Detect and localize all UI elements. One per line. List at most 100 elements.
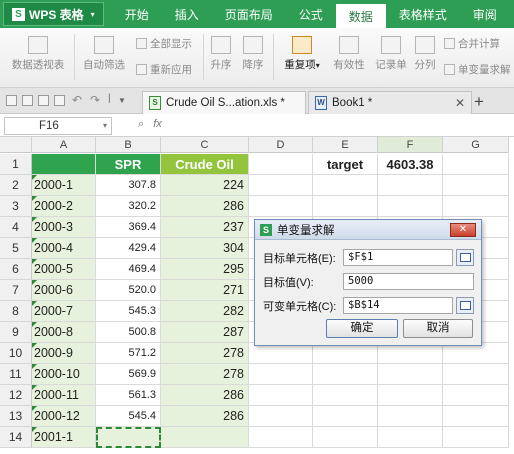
cell-c10[interactable]: 278 (161, 343, 249, 364)
cell-a1[interactable] (32, 154, 96, 175)
cell-g14[interactable] (443, 427, 509, 448)
range-picker-icon[interactable] (456, 297, 474, 314)
cell-b2[interactable]: 307.8 (96, 175, 161, 196)
row-header[interactable]: 14 (0, 427, 32, 448)
row-header[interactable]: 2 (0, 175, 32, 196)
redo-icon[interactable]: ↷ (90, 93, 100, 107)
sort-descending-button[interactable]: 降序 (240, 36, 266, 72)
cell-a6[interactable]: 2000-5 (32, 259, 96, 280)
menu-home[interactable]: 开始 (112, 0, 162, 28)
range-picker-icon[interactable] (456, 249, 474, 266)
cell-c8[interactable]: 282 (161, 301, 249, 322)
cell-f14[interactable] (378, 427, 443, 448)
cell-d14[interactable] (249, 427, 313, 448)
cell-g12[interactable] (443, 385, 509, 406)
cell-c1[interactable]: Crude Oil (161, 154, 249, 175)
row-header[interactable]: 13 (0, 406, 32, 427)
row-header[interactable]: 11 (0, 364, 32, 385)
cell-c3[interactable]: 286 (161, 196, 249, 217)
cell-d3[interactable] (249, 196, 313, 217)
cell-g2[interactable] (443, 175, 509, 196)
goal-seek-button[interactable]: 单变量求解 (444, 62, 511, 77)
cell-f2[interactable] (378, 175, 443, 196)
cell-d2[interactable] (249, 175, 313, 196)
cell-b12[interactable]: 561.3 (96, 385, 161, 406)
menu-insert[interactable]: 插入 (162, 0, 212, 28)
row-header[interactable]: 3 (0, 196, 32, 217)
cell-c9[interactable]: 287 (161, 322, 249, 343)
cell-a7[interactable]: 2000-6 (32, 280, 96, 301)
cell-b7[interactable]: 520.0 (96, 280, 161, 301)
cell-b6[interactable]: 469.4 (96, 259, 161, 280)
cell-b3[interactable]: 320.2 (96, 196, 161, 217)
cell-a2[interactable]: 2000-1 (32, 175, 96, 196)
cell-b8[interactable]: 545.3 (96, 301, 161, 322)
column-header-c[interactable]: C (161, 137, 249, 153)
cell-a8[interactable]: 2000-7 (32, 301, 96, 322)
target-cell-input[interactable]: $F$1 (343, 249, 453, 266)
cell-b4[interactable]: 369.4 (96, 217, 161, 238)
cell-c4[interactable]: 237 (161, 217, 249, 238)
column-header-e[interactable]: E (313, 137, 378, 153)
cell-g11[interactable] (443, 364, 509, 385)
cell-a10[interactable]: 2000-9 (32, 343, 96, 364)
show-all-button[interactable]: 全部显示 (136, 36, 192, 51)
cell-a5[interactable]: 2000-4 (32, 238, 96, 259)
cell-e2[interactable] (313, 175, 378, 196)
cell-a9[interactable]: 2000-8 (32, 322, 96, 343)
chevron-down-icon[interactable]: ▾ (103, 118, 107, 134)
grid-icon[interactable] (6, 95, 17, 106)
menu-data[interactable]: 数据 (335, 4, 386, 28)
cell-b13[interactable]: 545.4 (96, 406, 161, 427)
column-header-f[interactable]: F (378, 137, 443, 153)
cell-b11[interactable]: 569.9 (96, 364, 161, 385)
duplicates-button[interactable]: 重复项▾ (280, 36, 324, 72)
cell-e1[interactable]: target (313, 154, 378, 175)
cell-b10[interactable]: 571.2 (96, 343, 161, 364)
row-header[interactable]: 1 (0, 154, 32, 175)
cell-f11[interactable] (378, 364, 443, 385)
cell-d13[interactable] (249, 406, 313, 427)
cell-f13[interactable] (378, 406, 443, 427)
column-header-d[interactable]: D (249, 137, 313, 153)
cell-c2[interactable]: 224 (161, 175, 249, 196)
fx-icon[interactable]: fx (153, 118, 162, 130)
menu-formulas[interactable]: 公式 (286, 0, 336, 28)
cell-e12[interactable] (313, 385, 378, 406)
merge-calc-button[interactable]: 合并计算 (444, 36, 500, 51)
cell-c14[interactable] (161, 427, 249, 448)
app-menu-button[interactable]: S WPS 表格 ▾ (3, 2, 104, 26)
menu-review[interactable]: 审阅 (460, 0, 510, 28)
ok-button[interactable]: 确定 (326, 319, 398, 338)
cell-f10[interactable] (378, 343, 443, 364)
sort-ascending-button[interactable]: 升序 (208, 36, 234, 72)
zoom-icon[interactable]: ⌕ (138, 118, 144, 130)
undo-icon[interactable]: ↶ (72, 93, 82, 107)
column-header-b[interactable]: B (96, 137, 161, 153)
close-dialog-button[interactable]: ✕ (450, 223, 476, 237)
chevron-down-icon[interactable]: ▼ (118, 96, 126, 105)
cell-g13[interactable] (443, 406, 509, 427)
autofilter-button[interactable]: 自动筛选 (80, 36, 128, 72)
row-header[interactable]: 9 (0, 322, 32, 343)
cell-a3[interactable]: 2000-2 (32, 196, 96, 217)
pivot-table-button[interactable]: 数据透视表 (8, 36, 68, 72)
cell-c12[interactable]: 286 (161, 385, 249, 406)
new-tab-icon[interactable]: + (474, 92, 484, 112)
cell-e11[interactable] (313, 364, 378, 385)
tab-book1[interactable]: W Book1 * ✕ (308, 91, 472, 114)
target-value-input[interactable]: 5000 (343, 273, 474, 290)
cell-c11[interactable]: 278 (161, 364, 249, 385)
cell-f3[interactable] (378, 196, 443, 217)
cell-g1[interactable] (443, 154, 509, 175)
customize-toolbar-icon[interactable]: | (108, 93, 111, 104)
cell-e14[interactable] (313, 427, 378, 448)
row-header[interactable]: 8 (0, 301, 32, 322)
column-header-a[interactable]: A (32, 137, 96, 153)
cell-a14[interactable]: 2001-1 (32, 427, 96, 448)
cell-e10[interactable] (313, 343, 378, 364)
row-header[interactable]: 12 (0, 385, 32, 406)
row-header[interactable]: 10 (0, 343, 32, 364)
cell-g3[interactable] (443, 196, 509, 217)
cancel-button[interactable]: 取消 (403, 319, 473, 338)
